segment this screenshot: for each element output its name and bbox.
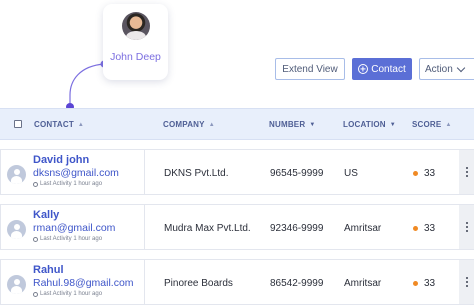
company-cell: Mudra Max Pvt.Ltd. bbox=[164, 223, 251, 234]
contact-avatar-icon bbox=[7, 165, 26, 184]
contact-avatar-icon bbox=[7, 220, 26, 239]
last-activity: Last Activity 1 hour ago bbox=[33, 291, 102, 297]
sort-icon[interactable]: ▲ bbox=[445, 122, 451, 128]
table-row[interactable]: Kally rman@gmail.com Last Activity 1 hou… bbox=[0, 204, 474, 250]
row-menu-icon[interactable] bbox=[459, 205, 474, 249]
number-cell: 92346-9999 bbox=[270, 223, 324, 234]
last-activity: Last Activity 1 hour ago bbox=[33, 236, 102, 242]
company-cell: DKNS Pvt.Ltd. bbox=[164, 168, 229, 179]
table-row[interactable]: Rahul Rahul.98@gmail.com Last Activity 1… bbox=[0, 259, 474, 305]
contact-name[interactable]: Rahul bbox=[33, 264, 64, 276]
clock-icon bbox=[33, 181, 38, 187]
chevron-down-icon bbox=[456, 63, 466, 72]
user-avatar bbox=[122, 12, 150, 40]
score-cell: 33 bbox=[424, 278, 436, 289]
company-cell: Pinoree Boards bbox=[164, 278, 233, 289]
row-menu-icon[interactable] bbox=[459, 260, 474, 304]
select-all-checkbox[interactable] bbox=[14, 120, 22, 128]
table-header: CONTACT ▲ COMPANY ▲ NUMBER ▼ LOCATION ▼ SCOR… bbox=[0, 108, 474, 140]
score-indicator bbox=[413, 171, 418, 176]
contact-email[interactable]: Rahul.98@gmail.com bbox=[33, 277, 134, 289]
action-dropdown[interactable]: Action bbox=[419, 58, 474, 80]
clock-icon bbox=[33, 236, 38, 242]
add-contact-button[interactable]: Contact bbox=[352, 58, 412, 80]
sort-icon[interactable]: ▲ bbox=[78, 122, 84, 128]
number-cell: 96545-9999 bbox=[270, 168, 324, 179]
contact-name[interactable]: Kally bbox=[33, 209, 59, 221]
contact-email[interactable]: dksns@gmail.com bbox=[33, 167, 119, 179]
score-indicator bbox=[413, 226, 418, 231]
plus-circle-icon bbox=[358, 64, 369, 74]
sort-icon[interactable]: ▲ bbox=[209, 122, 215, 128]
row-menu-icon[interactable] bbox=[459, 150, 474, 194]
score-cell: 33 bbox=[424, 168, 436, 179]
extend-view-button[interactable]: Extend View bbox=[275, 58, 345, 80]
column-header-location[interactable]: LOCATION ▼ bbox=[343, 120, 396, 129]
add-contact-label: Contact bbox=[371, 63, 406, 75]
column-header-score[interactable]: SCORE ▲ bbox=[412, 120, 452, 129]
table-row[interactable]: David john dksns@gmail.com Last Activity… bbox=[0, 149, 474, 195]
column-divider bbox=[144, 205, 145, 249]
location-cell: US bbox=[344, 168, 358, 179]
contact-avatar-icon bbox=[7, 275, 26, 294]
column-divider bbox=[144, 260, 145, 304]
clock-icon bbox=[33, 291, 38, 297]
sort-down-icon[interactable]: ▼ bbox=[390, 122, 396, 128]
action-label: Action bbox=[425, 63, 453, 75]
column-header-company[interactable]: COMPANY ▲ bbox=[163, 120, 215, 129]
contact-email[interactable]: rman@gmail.com bbox=[33, 222, 115, 234]
column-divider bbox=[144, 150, 145, 194]
sort-down-icon[interactable]: ▼ bbox=[309, 122, 315, 128]
location-cell: Amritsar bbox=[344, 223, 382, 234]
user-profile-card[interactable]: John Deep bbox=[103, 4, 168, 80]
score-indicator bbox=[413, 281, 418, 286]
last-activity: Last Activity 1 hour ago bbox=[33, 181, 102, 187]
column-header-contact[interactable]: CONTACT ▲ bbox=[34, 120, 84, 129]
number-cell: 86542-9999 bbox=[270, 278, 324, 289]
location-cell: Amritsar bbox=[344, 278, 382, 289]
score-cell: 33 bbox=[424, 223, 436, 234]
contact-name[interactable]: David john bbox=[33, 154, 89, 166]
column-header-number[interactable]: NUMBER ▼ bbox=[269, 120, 315, 129]
user-name: John Deep bbox=[110, 51, 161, 63]
